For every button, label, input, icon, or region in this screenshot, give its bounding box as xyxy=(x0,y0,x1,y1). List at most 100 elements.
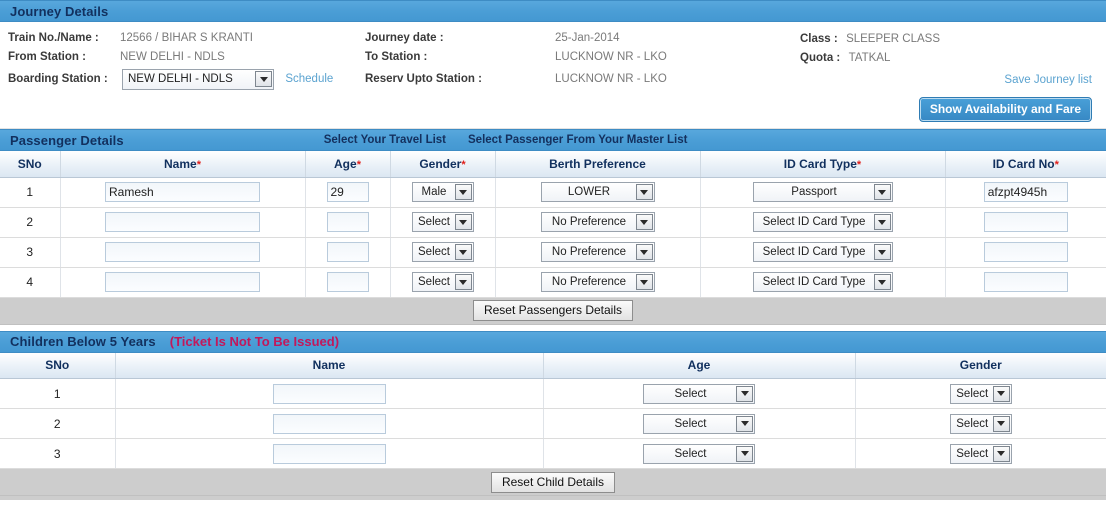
chevron-down-icon[interactable] xyxy=(993,386,1010,402)
table-row: 1MaleLOWERPassport xyxy=(0,177,1106,207)
passenger-id-no-input[interactable] xyxy=(984,272,1068,292)
child-age-select[interactable]: Select xyxy=(643,444,755,464)
child-gender-select-value: Select xyxy=(951,385,993,403)
child-gender-select[interactable]: Select xyxy=(950,444,1012,464)
chevron-down-icon[interactable] xyxy=(636,244,653,260)
child-gender-select[interactable]: Select xyxy=(950,414,1012,434)
chevron-down-icon[interactable] xyxy=(455,244,472,260)
passenger-id-type-select[interactable]: Select ID Card Type xyxy=(753,272,893,292)
passenger-id-type-select[interactable]: Select ID Card Type xyxy=(753,242,893,262)
passenger-sno: 2 xyxy=(0,207,60,237)
chevron-down-icon[interactable] xyxy=(455,274,472,290)
chevron-down-icon[interactable] xyxy=(874,274,891,290)
col-berth: Berth Preference xyxy=(495,151,700,177)
passenger-id-type-select-value: Select ID Card Type xyxy=(754,213,874,231)
passenger-id-type-cell: Select ID Card Type xyxy=(700,207,945,237)
journey-actions-row: Show Availability and Fare xyxy=(0,92,1106,122)
passenger-berth-cell: LOWER xyxy=(495,177,700,207)
child-name-input[interactable] xyxy=(273,444,386,464)
col-id-type: ID Card Type* xyxy=(700,151,945,177)
passenger-age-input[interactable] xyxy=(327,272,369,292)
col-age: Age* xyxy=(305,151,390,177)
chevron-down-icon[interactable] xyxy=(993,416,1010,432)
chevron-down-icon[interactable] xyxy=(874,214,891,230)
passenger-berth-select[interactable]: No Preference xyxy=(541,212,655,232)
schedule-link[interactable]: Schedule xyxy=(285,73,333,85)
passenger-berth-select[interactable]: LOWER xyxy=(541,182,655,202)
chevron-down-icon[interactable] xyxy=(874,244,891,260)
col-name: Name* xyxy=(60,151,305,177)
booking-page: Journey Details Train No./Name : 12566 /… xyxy=(0,0,1106,509)
passenger-gender-cell: Select xyxy=(390,237,495,267)
passenger-details-title: Passenger Details xyxy=(10,133,124,148)
chevron-down-icon[interactable] xyxy=(636,184,653,200)
child-gender-cell: Select xyxy=(855,409,1106,439)
chevron-down-icon[interactable] xyxy=(993,446,1010,462)
boarding-station-select[interactable]: NEW DELHI - NDLS xyxy=(122,69,274,90)
chevron-down-icon[interactable] xyxy=(636,214,653,230)
passenger-berth-cell: No Preference xyxy=(495,207,700,237)
children-table-header-row: SNo Name Age Gender xyxy=(0,353,1106,379)
passenger-gender-select[interactable]: Select xyxy=(412,212,474,232)
chevron-down-icon[interactable] xyxy=(455,214,472,230)
child-age-select[interactable]: Select xyxy=(643,414,755,434)
passenger-id-type-cell: Select ID Card Type xyxy=(700,267,945,297)
passenger-name-input[interactable] xyxy=(105,212,260,232)
passenger-id-no-input[interactable] xyxy=(984,212,1068,232)
passenger-gender-select[interactable]: Male xyxy=(412,182,474,202)
passenger-age-input[interactable] xyxy=(327,242,369,262)
table-row: 3 Select Select xyxy=(0,439,1106,469)
child-name-input[interactable] xyxy=(273,384,386,404)
child-age-select[interactable]: Select xyxy=(643,384,755,404)
passenger-age-input[interactable] xyxy=(327,182,369,202)
reset-child-details-button[interactable]: Reset Child Details xyxy=(491,472,615,493)
class-label: Class : xyxy=(800,33,838,45)
select-master-list-link[interactable]: Select Passenger From Your Master List xyxy=(468,134,687,146)
chevron-down-icon[interactable] xyxy=(736,416,753,432)
chevron-down-icon[interactable] xyxy=(874,184,891,200)
passenger-name-input[interactable] xyxy=(105,272,260,292)
class-field: Class : SLEEPER CLASS xyxy=(800,31,1106,45)
passenger-age-cell xyxy=(305,237,390,267)
child-sno: 3 xyxy=(0,439,115,469)
passenger-id-no-cell xyxy=(945,207,1106,237)
passenger-id-type-select[interactable]: Select ID Card Type xyxy=(753,212,893,232)
reset-passengers-details-button[interactable]: Reset Passengers Details xyxy=(473,300,633,321)
passenger-berth-select[interactable]: No Preference xyxy=(541,272,655,292)
passenger-name-input[interactable] xyxy=(105,182,260,202)
select-travel-list-link[interactable]: Select Your Travel List xyxy=(324,134,446,146)
chevron-down-icon[interactable] xyxy=(255,71,272,87)
passenger-gender-select[interactable]: Select xyxy=(412,272,474,292)
passenger-id-type-select-value: Select ID Card Type xyxy=(754,243,874,261)
chevron-down-icon[interactable] xyxy=(736,446,753,462)
passenger-name-cell xyxy=(60,237,305,267)
chevron-down-icon[interactable] xyxy=(455,184,472,200)
reserv-upto-label: Reserv Upto Station : xyxy=(365,73,555,85)
passenger-berth-select[interactable]: No Preference xyxy=(541,242,655,262)
child-age-cell: Select xyxy=(543,409,855,439)
chevron-down-icon[interactable] xyxy=(636,274,653,290)
child-name-cell xyxy=(115,439,543,469)
passenger-id-type-select[interactable]: Passport xyxy=(753,182,893,202)
table-row: 3SelectNo PreferenceSelect ID Card Type xyxy=(0,237,1106,267)
passenger-gender-select[interactable]: Select xyxy=(412,242,474,262)
passenger-berth-cell: No Preference xyxy=(495,267,700,297)
child-gender-select[interactable]: Select xyxy=(950,384,1012,404)
children-actions-strip: Reset Child Details xyxy=(0,469,1106,496)
save-journey-list-link[interactable]: Save Journey list xyxy=(1004,74,1092,86)
col-child-sno: SNo xyxy=(0,353,115,379)
passenger-age-input[interactable] xyxy=(327,212,369,232)
passenger-id-no-input[interactable] xyxy=(984,242,1068,262)
quota-field: Quota : TATKAL xyxy=(800,50,1106,64)
passenger-id-no-input[interactable] xyxy=(984,182,1068,202)
child-gender-select-value: Select xyxy=(951,415,993,433)
passenger-name-input[interactable] xyxy=(105,242,260,262)
chevron-down-icon[interactable] xyxy=(736,386,753,402)
child-name-cell xyxy=(115,379,543,409)
passenger-header-links: Select Your Travel List Select Passenger… xyxy=(324,134,688,146)
passenger-berth-cell: No Preference xyxy=(495,237,700,267)
show-availability-and-fare-button[interactable]: Show Availability and Fare xyxy=(919,97,1092,122)
col-sno: SNo xyxy=(0,151,60,177)
child-name-input[interactable] xyxy=(273,414,386,434)
passenger-gender-cell: Select xyxy=(390,207,495,237)
